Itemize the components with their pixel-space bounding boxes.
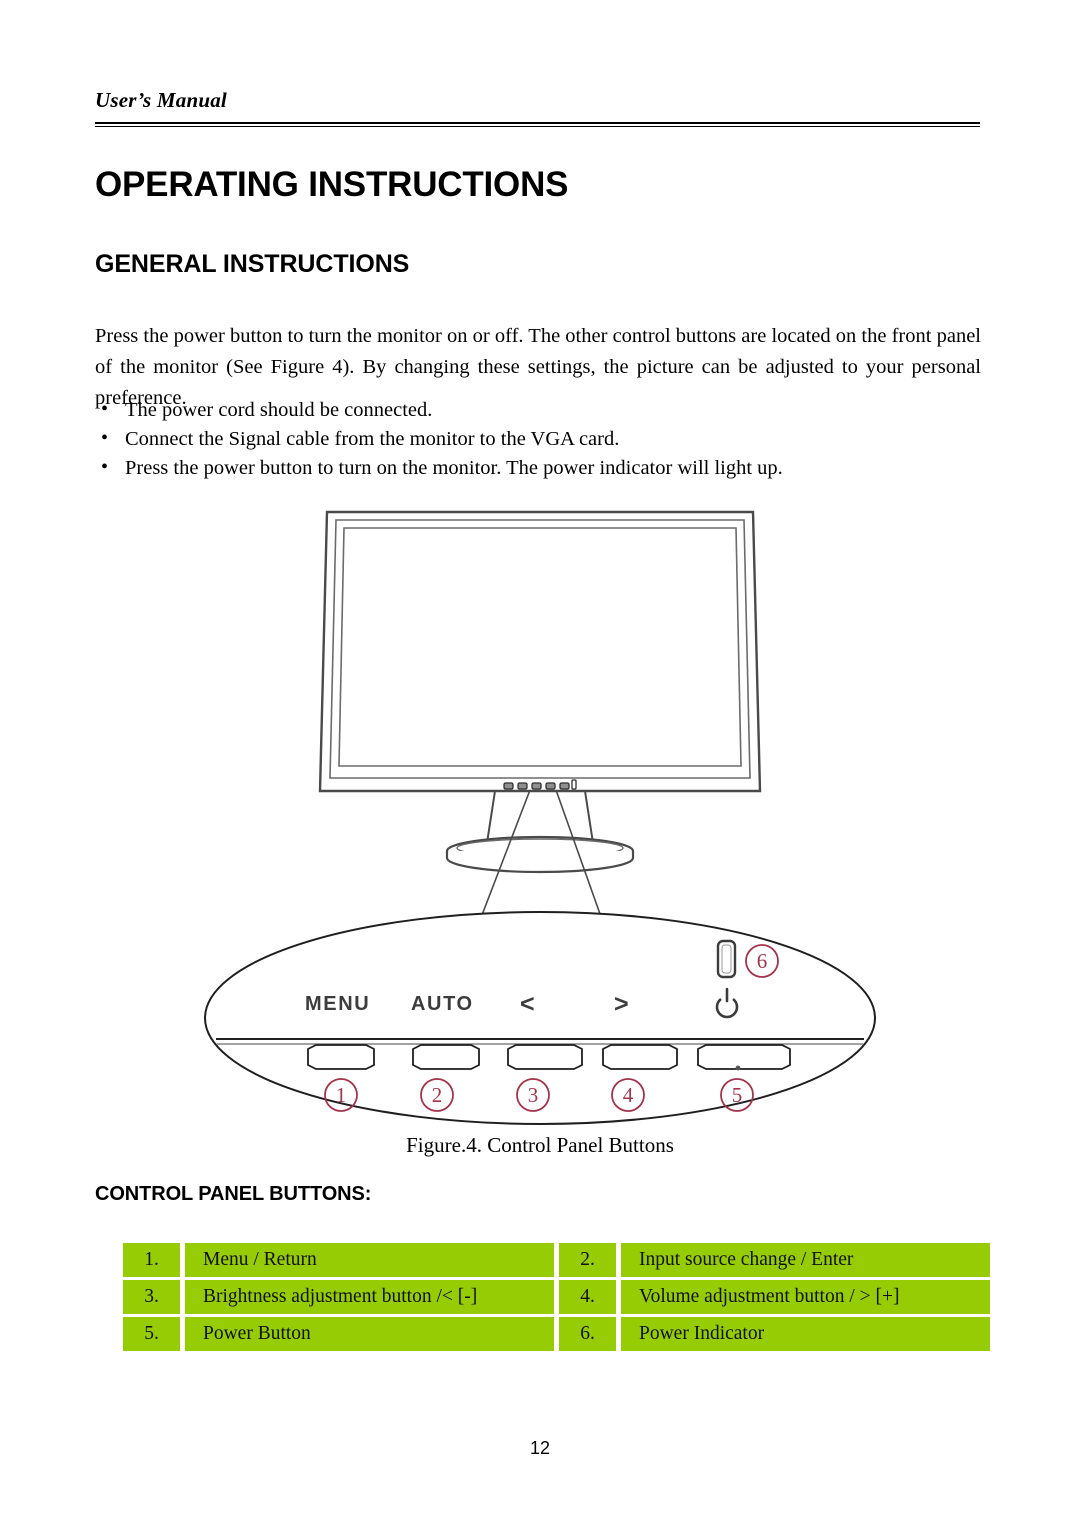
table-cell-label: Menu / Return bbox=[185, 1243, 554, 1277]
bullet-icon: • bbox=[101, 456, 109, 478]
label-left-chevron: < bbox=[520, 990, 535, 1018]
label-auto: AUTO bbox=[411, 993, 474, 1015]
manual-page: User’s Manual OPERATING INSTRUCTIONS GEN… bbox=[0, 0, 1080, 1527]
table-cell-number: 4. bbox=[559, 1280, 616, 1314]
power-indicator-window bbox=[716, 939, 737, 979]
table-cell-label: Power Button bbox=[185, 1317, 554, 1351]
svg-text:2: 2 bbox=[432, 1083, 443, 1107]
table-cell-number: 6. bbox=[559, 1317, 616, 1351]
svg-text:3: 3 bbox=[528, 1083, 539, 1107]
monitor-screen bbox=[338, 527, 742, 767]
svg-text:6: 6 bbox=[757, 949, 768, 973]
label-right-chevron: > bbox=[614, 990, 629, 1018]
page-title: OPERATING INSTRUCTIONS bbox=[95, 165, 569, 205]
table-cell-number: 5. bbox=[123, 1317, 180, 1351]
table-cell-label: Power Indicator bbox=[621, 1317, 990, 1351]
table-cell-number: 2. bbox=[559, 1243, 616, 1277]
svg-text:1: 1 bbox=[336, 1083, 347, 1107]
table-row: 3. Brightness adjustment button /< [-] 4… bbox=[123, 1280, 990, 1314]
table-cell-number: 1. bbox=[123, 1243, 180, 1277]
table-cell-number: 3. bbox=[123, 1280, 180, 1314]
figure-caption: Figure.4. Control Panel Buttons bbox=[406, 1133, 674, 1157]
list-item-label: The power cord should be connected. bbox=[125, 399, 433, 421]
bezel-button-4 bbox=[545, 782, 556, 790]
monitor-illustration bbox=[318, 510, 762, 793]
list-item: • Connect the Signal cable from the moni… bbox=[95, 425, 981, 454]
stand-neck-left bbox=[486, 790, 496, 844]
section-title: GENERAL INSTRUCTIONS bbox=[95, 249, 410, 278]
list-item: • Press the power button to turn on the … bbox=[95, 454, 981, 483]
bezel-button-1 bbox=[503, 782, 514, 790]
label-menu: MENU bbox=[305, 993, 370, 1015]
push-button-right[interactable] bbox=[602, 1044, 678, 1070]
push-button-power[interactable] bbox=[697, 1044, 791, 1070]
table-cell-label: Volume adjustment button / > [+] bbox=[621, 1280, 990, 1314]
table-row: 1. Menu / Return 2. Input source change … bbox=[123, 1243, 990, 1277]
bezel-power-indicator bbox=[571, 779, 577, 790]
bezel-button-3 bbox=[531, 782, 542, 790]
control-panel-buttons-table: 1. Menu / Return 2. Input source change … bbox=[118, 1240, 995, 1354]
running-head: User’s Manual bbox=[95, 88, 227, 112]
monitor-diagram-svg: MENU AUTO < > 1 2 3 4 5 6 bbox=[204, 510, 876, 1125]
table-row: 5. Power Button 6. Power Indicator bbox=[123, 1317, 990, 1351]
push-button-auto[interactable] bbox=[412, 1044, 480, 1070]
stand-base-rim bbox=[445, 851, 635, 874]
push-button-menu[interactable] bbox=[307, 1044, 375, 1070]
svg-text:4: 4 bbox=[623, 1083, 634, 1107]
list-item-label: Press the power button to turn on the mo… bbox=[125, 457, 783, 479]
monitor-stand bbox=[445, 790, 635, 874]
instruction-bullet-list: • The power cord should be connected. • … bbox=[95, 396, 981, 483]
table-cell-label: Input source change / Enter bbox=[621, 1243, 990, 1277]
bullet-icon: • bbox=[101, 398, 109, 420]
page-number: 12 bbox=[529, 1438, 551, 1458]
bezel-button-2 bbox=[517, 782, 528, 790]
control-panel-buttons-heading: CONTROL PANEL BUTTONS: bbox=[95, 1183, 372, 1205]
monitor-figure: MENU AUTO < > 1 2 3 4 5 6 bbox=[0, 498, 1080, 1128]
power-led-dot bbox=[735, 1065, 741, 1071]
push-button-left[interactable] bbox=[507, 1044, 583, 1070]
control-panel-ellipse bbox=[204, 911, 876, 1125]
svg-text:5: 5 bbox=[732, 1083, 743, 1107]
list-item: • The power cord should be connected. bbox=[95, 396, 981, 425]
stand-neck-right bbox=[584, 790, 594, 844]
bezel-button-5 bbox=[559, 782, 570, 790]
bullet-icon: • bbox=[101, 427, 109, 449]
table-cell-label: Brightness adjustment button /< [-] bbox=[185, 1280, 554, 1314]
header-rule bbox=[95, 122, 980, 127]
list-item-label: Connect the Signal cable from the monito… bbox=[125, 428, 620, 450]
control-panel-detail: MENU AUTO < > 1 2 3 4 5 6 bbox=[204, 911, 876, 1125]
